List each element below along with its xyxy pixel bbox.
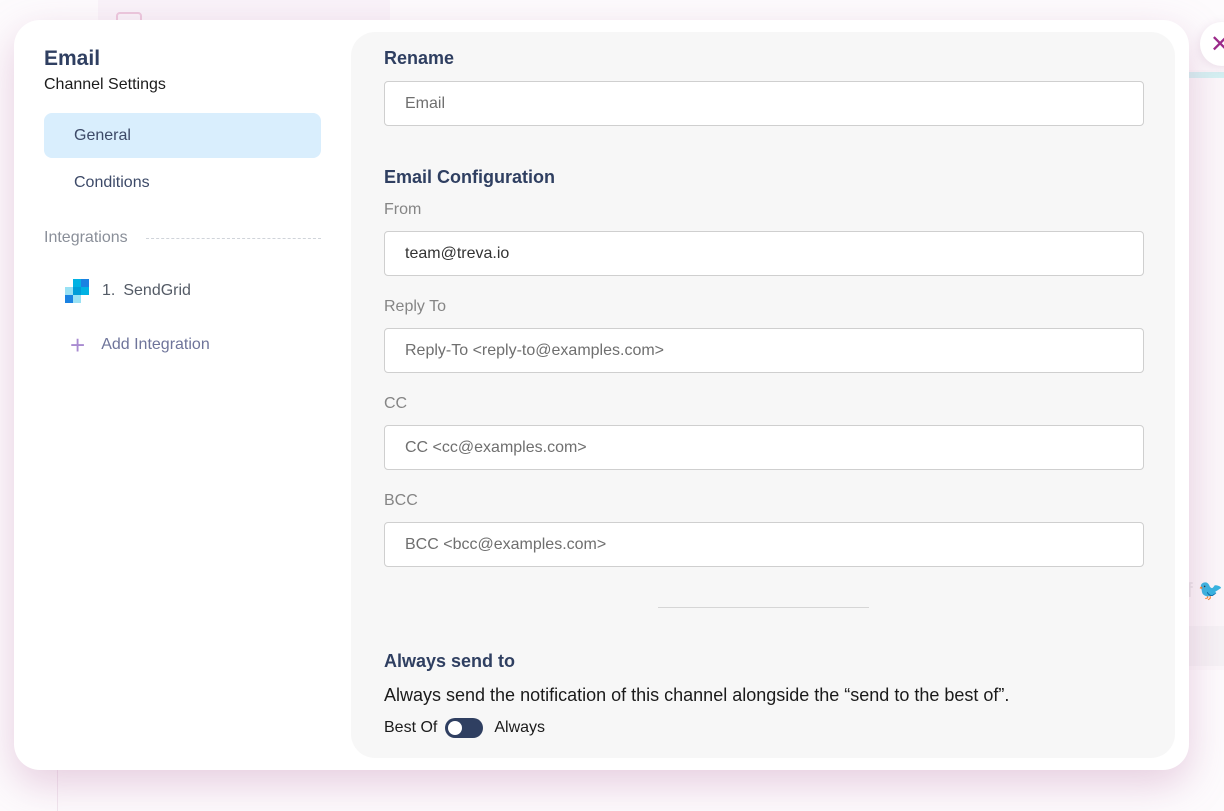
- background-strip: [1188, 626, 1224, 666]
- background-social-icons: f 🐦: [1186, 580, 1224, 602]
- rename-heading: Rename: [384, 48, 455, 68]
- bcc-label: BCC: [384, 492, 418, 509]
- background-accent-bar: [1188, 72, 1224, 78]
- always-send-heading: Always send to: [384, 651, 516, 671]
- add-integration-label: Add Integration: [101, 336, 210, 353]
- integrations-heading-label: Integrations: [44, 229, 128, 246]
- cc-input[interactable]: [384, 425, 1144, 470]
- channel-settings-modal: Email Channel Settings General Condition…: [14, 20, 1189, 770]
- toggle-right-label: Always: [494, 719, 546, 736]
- channel-subtitle: Channel Settings: [44, 76, 166, 93]
- integrations-heading: Integrations: [44, 229, 321, 247]
- settings-main-panel: Rename Email Configuration From Reply To…: [351, 32, 1175, 758]
- section-divider: [658, 607, 869, 608]
- reply-to-label: Reply To: [384, 298, 446, 315]
- integration-index: 1.: [102, 282, 116, 299]
- toggle-knob: [448, 721, 463, 735]
- sendgrid-logo-icon: [65, 279, 89, 303]
- nav-item-conditions[interactable]: Conditions: [44, 160, 321, 205]
- email-configuration-heading: Email Configuration: [384, 167, 555, 187]
- nav-item-label: General: [74, 126, 131, 144]
- nav-item-label: Conditions: [74, 173, 150, 191]
- toggle-left-label: Best Of: [384, 719, 438, 736]
- from-label: From: [384, 201, 422, 218]
- integration-item-sendgrid[interactable]: 1. SendGrid: [44, 279, 321, 303]
- always-send-description: Always send the notification of this cha…: [384, 685, 1010, 705]
- add-integration-button[interactable]: + Add Integration: [44, 330, 321, 360]
- plus-icon: +: [70, 330, 86, 360]
- from-input[interactable]: [384, 231, 1144, 276]
- nav-item-general[interactable]: General: [44, 113, 321, 158]
- cc-label: CC: [384, 395, 408, 412]
- always-send-toggle-row: Best Of Always: [384, 718, 1143, 738]
- rename-input[interactable]: [384, 81, 1144, 126]
- section-divider: [145, 237, 321, 239]
- close-icon: ✕: [1210, 30, 1224, 58]
- channel-title: Email: [44, 47, 101, 70]
- reply-to-input[interactable]: [384, 328, 1144, 373]
- integration-name: SendGrid: [123, 282, 191, 299]
- settings-sidebar: Email Channel Settings General Condition…: [44, 46, 321, 360]
- always-send-toggle[interactable]: [445, 718, 484, 738]
- bcc-input[interactable]: [384, 522, 1144, 567]
- settings-nav: General Conditions: [44, 113, 321, 205]
